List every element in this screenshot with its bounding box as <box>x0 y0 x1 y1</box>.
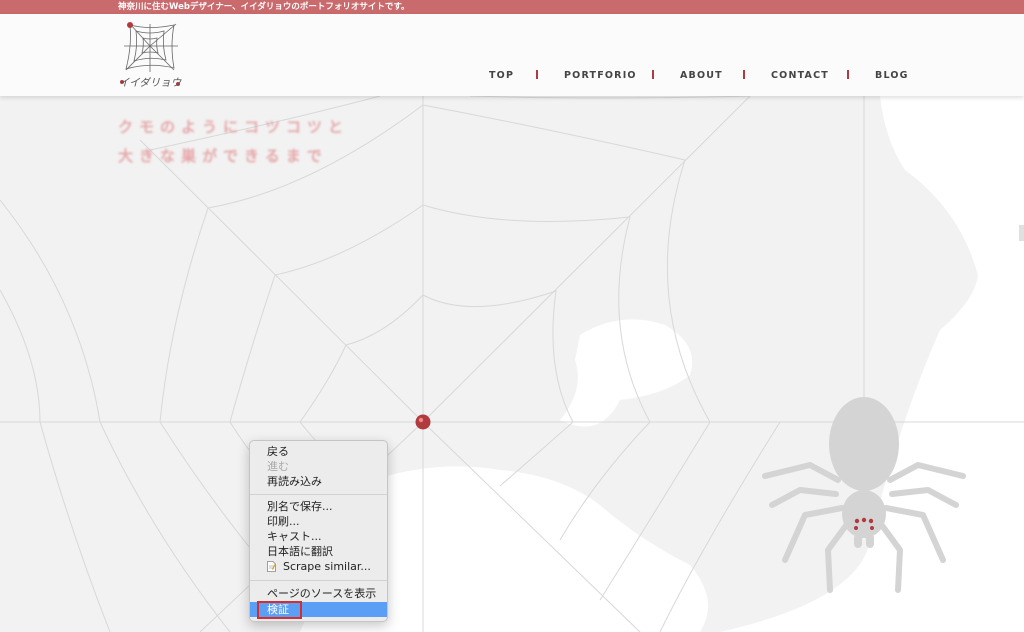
document-icon <box>267 561 276 572</box>
menu-item-inspect[interactable]: 検証 <box>250 601 387 619</box>
menu-separator <box>250 580 387 581</box>
menu-item-translate[interactable]: 日本語に翻訳 <box>250 544 387 559</box>
site-header: イイダリョウ TOP PORTFORIO ABOUT CONTACT BLOG <box>0 14 1024 96</box>
menu-item-print[interactable]: 印刷... <box>250 514 387 529</box>
nav-separator <box>652 70 654 79</box>
menu-separator <box>250 494 387 495</box>
hero-tagline-line1: クモのようにコツコツと <box>118 118 350 136</box>
menu-item-scrape-similar[interactable]: Scrape similar... <box>250 559 387 574</box>
context-menu: 戻る 進む 再読み込み 別名で保存... 印刷... キャスト... 日本語に翻… <box>249 440 388 622</box>
menu-item-label: 日本語に翻訳 <box>267 545 333 558</box>
nav-separator <box>847 70 849 79</box>
menu-item-save-as[interactable]: 別名で保存... <box>250 499 387 514</box>
nav-separator <box>536 70 538 79</box>
top-banner: 神奈川に住むWebデザイナー、イイダリョウのポートフォリオサイトです。 <box>0 0 1024 14</box>
menu-item-back[interactable]: 戻る <box>250 444 387 459</box>
menu-item-label: 再読み込み <box>267 475 322 488</box>
main-nav: TOP PORTFORIO ABOUT CONTACT BLOG <box>0 69 1024 83</box>
hero-background <box>0 96 1024 632</box>
annotation-highlight-box <box>257 601 302 619</box>
menu-item-label: ページのソースを表示 <box>267 587 377 600</box>
nav-top[interactable]: TOP <box>489 69 514 83</box>
background-blobs <box>300 96 1024 632</box>
menu-item-cast[interactable]: キャスト... <box>250 529 387 544</box>
scroll-edge <box>1019 225 1024 241</box>
top-banner-text: 神奈川に住むWebデザイナー、イイダリョウのポートフォリオサイトです。 <box>118 2 410 12</box>
menu-item-label: 戻る <box>267 445 289 458</box>
menu-item-label: キャスト... <box>267 530 322 543</box>
menu-item-forward[interactable]: 進む <box>250 459 387 474</box>
nav-portforio[interactable]: PORTFORIO <box>564 69 637 83</box>
hero-tagline-line2: 大きな巣ができるまで <box>118 147 328 165</box>
nav-contact[interactable]: CONTACT <box>771 69 829 83</box>
menu-item-label: 進む <box>267 460 289 473</box>
menu-item-label: Scrape similar... <box>283 560 371 573</box>
menu-item-label: 印刷... <box>267 515 300 528</box>
menu-item-reload[interactable]: 再読み込み <box>250 474 387 489</box>
red-pin-icon <box>415 414 431 430</box>
nav-about[interactable]: ABOUT <box>680 69 723 83</box>
menu-item-label: 別名で保存... <box>267 500 333 513</box>
nav-separator <box>743 70 745 79</box>
menu-item-view-source[interactable]: ページのソースを表示 <box>250 586 387 601</box>
nav-blog[interactable]: BLOG <box>875 69 909 83</box>
